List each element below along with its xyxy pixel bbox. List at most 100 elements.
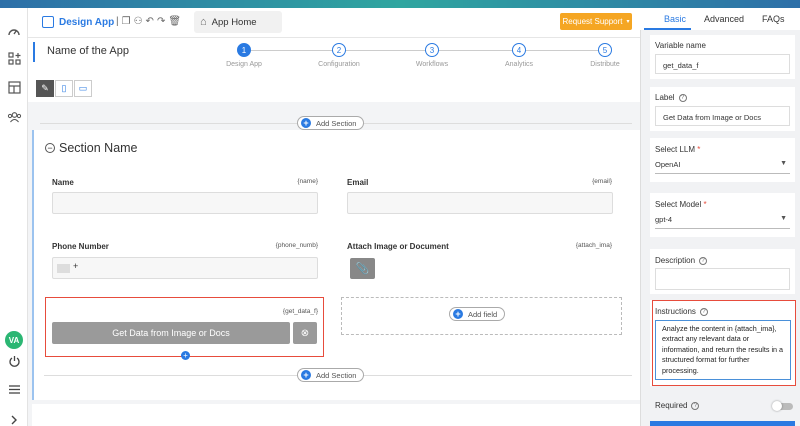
- step-label: Analytics: [504, 61, 533, 68]
- name-field-tag: {name}: [297, 178, 318, 185]
- step-label: Workflows: [415, 61, 449, 68]
- mobile-view-icon[interactable]: ▯: [55, 80, 73, 97]
- dashboard-icon[interactable]: [4, 22, 24, 42]
- app-home-tab[interactable]: ⌂ App Home: [194, 11, 282, 33]
- caret-down-icon: ▼: [780, 215, 787, 222]
- add-below-icon[interactable]: +: [181, 351, 190, 360]
- menu-icon[interactable]: [4, 379, 24, 399]
- required-toggle[interactable]: [772, 401, 793, 411]
- add-field-button[interactable]: + Add field: [449, 307, 506, 321]
- properties-tabs: Basic Advanced FAQs: [640, 8, 800, 30]
- phone-input[interactable]: +: [52, 257, 318, 279]
- close-circle-icon: ⊗: [300, 327, 310, 339]
- share-user-icon[interactable]: ⚇: [134, 16, 143, 27]
- step-analytics[interactable]: 4 Analytics: [489, 43, 549, 68]
- name-field-label: Name: [52, 178, 74, 187]
- chevron-right-icon[interactable]: [4, 410, 24, 426]
- section-title[interactable]: − Section Name: [45, 141, 138, 155]
- get-data-field-tag: {get_data_f}: [282, 308, 318, 315]
- design-app-link[interactable]: Design App: [42, 16, 114, 28]
- help-icon[interactable]: ?: [699, 307, 708, 316]
- divider-icon: |: [116, 16, 119, 27]
- layout-icon[interactable]: [4, 77, 24, 97]
- add-section-button-top[interactable]: + Add Section: [297, 116, 365, 130]
- tab-faqs[interactable]: FAQs: [753, 8, 794, 30]
- instructions-textarea[interactable]: Analyze the content in {attach_ima}, ext…: [655, 320, 791, 380]
- step-number: 4: [512, 43, 526, 57]
- phone-field-label: Phone Number: [52, 242, 109, 251]
- instructions-text: Instructions: [655, 307, 696, 316]
- step-design-app[interactable]: 1 Design App: [214, 43, 274, 68]
- step-label: Design App: [226, 61, 262, 68]
- select-model-value: gpt-4: [655, 215, 673, 224]
- save-button-edge[interactable]: [650, 421, 795, 426]
- add-section-label: Add Section: [316, 118, 357, 128]
- caret-down-icon: ▾: [626, 19, 630, 25]
- description-label: Description?: [655, 256, 708, 265]
- request-support-label: Request Support: [562, 17, 623, 26]
- name-input[interactable]: [52, 192, 318, 214]
- view-switcher: ✎ ▯ ▭: [36, 80, 93, 97]
- edit-view-icon[interactable]: ✎: [36, 80, 54, 97]
- collapse-icon[interactable]: −: [45, 143, 55, 153]
- help-icon[interactable]: ?: [699, 256, 708, 265]
- step-distribute[interactable]: 5 Distribute: [575, 43, 635, 68]
- copy-icon[interactable]: ❐: [122, 16, 131, 27]
- plus-icon: +: [301, 118, 311, 128]
- plus-icon: +: [453, 309, 463, 319]
- description-input[interactable]: [655, 268, 790, 290]
- app-home-label: App Home: [211, 16, 257, 28]
- attach-button[interactable]: 📎: [350, 258, 375, 279]
- remove-field-button[interactable]: ⊗: [293, 322, 317, 344]
- section-name-label: Section Name: [59, 141, 138, 155]
- left-rail: VA: [0, 8, 28, 426]
- home-icon: ⌂: [200, 16, 207, 28]
- redo-icon[interactable]: ↷: [157, 16, 165, 27]
- widgets-icon[interactable]: [4, 48, 24, 68]
- tab-advanced[interactable]: Advanced: [695, 8, 753, 30]
- variable-name-input[interactable]: get_data_f: [655, 54, 790, 74]
- add-field-label: Add field: [468, 309, 498, 319]
- step-label: Configuration: [318, 61, 360, 68]
- toolbar: | ❐ ⚇ ↶ ↷ 🗑: [116, 16, 181, 27]
- undo-icon[interactable]: ↶: [146, 16, 154, 27]
- select-llm-text: Select LLM: [655, 145, 696, 154]
- email-field-tag: {email}: [592, 178, 612, 185]
- tab-basic[interactable]: Basic: [640, 8, 695, 30]
- app-name-title: Name of the App: [47, 45, 129, 57]
- email-input[interactable]: [347, 192, 613, 214]
- select-model-dropdown[interactable]: gpt-4 ▼: [655, 215, 790, 229]
- attach-field-label: Attach Image or Document: [347, 242, 449, 251]
- required-label: Required?: [655, 401, 700, 410]
- top-stripe: [0, 0, 800, 8]
- select-llm-dropdown[interactable]: OpenAI ▼: [655, 160, 790, 174]
- step-configuration[interactable]: 2 Configuration: [309, 43, 369, 68]
- trash-icon[interactable]: 🗑: [168, 16, 181, 27]
- power-icon[interactable]: [4, 351, 24, 371]
- caret-down-icon: ▼: [780, 160, 787, 167]
- edit-icon: [42, 16, 54, 28]
- step-label: Distribute: [590, 61, 620, 68]
- add-section-label: Add Section: [316, 370, 357, 380]
- label-input[interactable]: Get Data from Image or Docs: [655, 106, 790, 126]
- select-model-text: Select Model: [655, 200, 702, 209]
- users-icon[interactable]: [4, 107, 24, 127]
- description-text: Description: [655, 256, 696, 265]
- phone-field-tag: {phone_numb}: [275, 242, 318, 249]
- required-text: Required: [655, 401, 688, 410]
- required-star: *: [703, 200, 707, 209]
- help-icon[interactable]: ?: [691, 401, 700, 410]
- email-field-label: Email: [347, 178, 369, 187]
- label-text: Label: [655, 93, 675, 102]
- help-icon[interactable]: ?: [678, 93, 687, 102]
- avatar[interactable]: VA: [5, 331, 23, 349]
- country-flag-select[interactable]: [57, 264, 70, 273]
- label-field-label: Label?: [655, 93, 687, 102]
- get-data-button[interactable]: Get Data from Image or Docs: [52, 322, 290, 344]
- add-section-button-bottom[interactable]: + Add Section: [297, 368, 365, 382]
- phone-prefix: +: [73, 261, 79, 271]
- desktop-view-icon[interactable]: ▭: [74, 80, 92, 97]
- step-workflows[interactable]: 3 Workflows: [402, 43, 462, 68]
- top-header: Design App | ❐ ⚇ ↶ ↷ 🗑 ⌂ App Home Reques…: [28, 8, 640, 38]
- request-support-button[interactable]: Request Support ▾: [560, 13, 632, 30]
